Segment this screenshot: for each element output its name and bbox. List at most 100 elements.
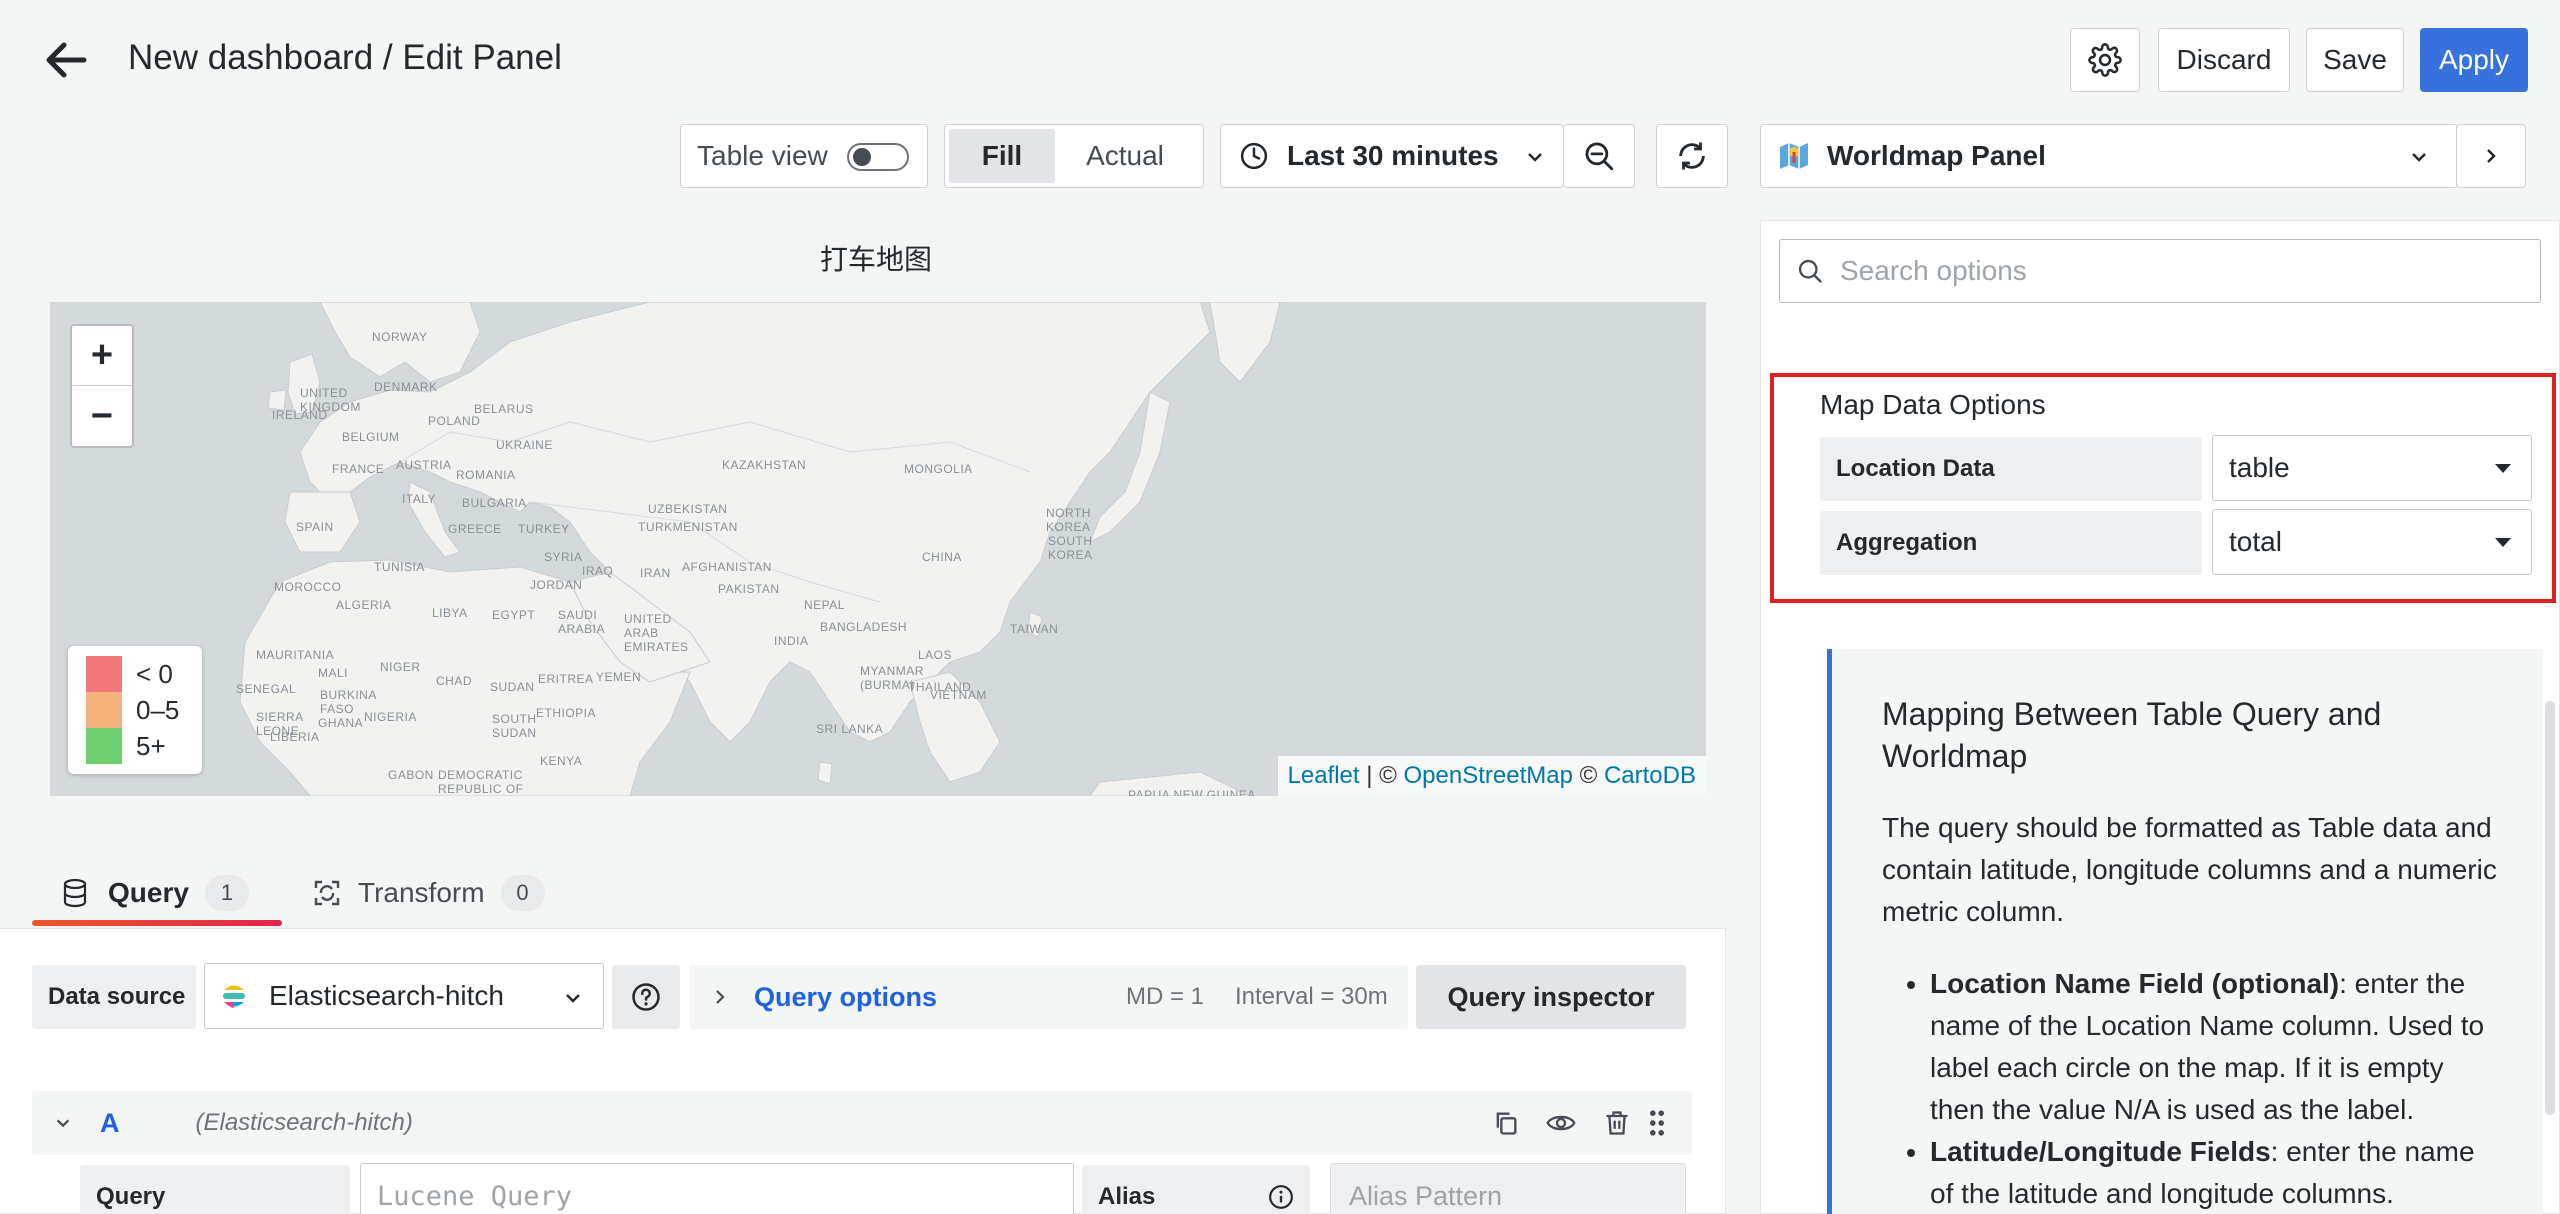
map-label: UKRAINE <box>496 438 553 452</box>
query-inspector-button[interactable]: Query inspector <box>1416 965 1686 1029</box>
page-title: New dashboard / Edit Panel <box>128 38 562 77</box>
search-options-placeholder: Search options <box>1840 255 2027 286</box>
query-interval: Interval = 30m <box>1235 983 1388 1010</box>
fill-option[interactable]: Fill <box>949 129 1055 183</box>
datasource-help-button[interactable] <box>612 965 680 1029</box>
aggregation-label: Aggregation <box>1820 511 2202 575</box>
chevron-down-icon[interactable] <box>54 1114 72 1132</box>
search-options-input[interactable]: Search options <box>1779 239 2541 303</box>
tab-transform[interactable]: Transform 0 <box>312 868 545 918</box>
query-row-header[interactable]: A (Elasticsearch-hitch) <box>32 1091 1692 1155</box>
zoom-out-icon <box>1582 139 1616 173</box>
apply-button[interactable]: Apply <box>2420 28 2528 92</box>
section-title: Map Data Options <box>1820 389 2046 420</box>
tab-transform-label: Transform <box>358 877 485 908</box>
leaflet-link[interactable]: Leaflet <box>1288 762 1360 790</box>
map-label: PAPUA NEW GUINEA <box>1128 788 1256 796</box>
map-label: BELGIUM <box>342 430 400 444</box>
map-label: MALI <box>318 666 349 680</box>
database-icon <box>62 878 88 908</box>
map-label: MAURITANIA <box>256 648 335 662</box>
toggle-options-pane-button[interactable] <box>2456 124 2526 188</box>
aggregation-select[interactable]: total <box>2212 509 2532 575</box>
cartodb-link[interactable]: CartoDB <box>1604 762 1696 790</box>
map-label: BELARUS <box>474 402 534 416</box>
caret-down-icon <box>2495 464 2511 473</box>
map-label: ETHIOPIA <box>536 706 597 720</box>
chevron-right-icon <box>2481 146 2501 166</box>
tab-query-label: Query <box>108 877 189 908</box>
map-label: BANGLADESH <box>820 620 908 634</box>
tab-query[interactable]: Query 1 <box>62 868 249 918</box>
help-bullet: Location Name Field (optional): enter th… <box>1930 963 2503 1131</box>
time-range-picker[interactable]: Last 30 minutes <box>1220 124 1564 188</box>
options-pane: Search options Map Data Options Location… <box>1760 220 2560 1214</box>
map-label: POLAND <box>428 414 481 428</box>
map-label: SUDAN <box>490 680 535 694</box>
osm-link[interactable]: OpenStreetMap <box>1404 762 1573 790</box>
lucene-query-input[interactable]: Lucene Query <box>360 1163 1074 1214</box>
map-label: TUNISIA <box>374 560 425 574</box>
map-label: LAOS <box>918 648 953 662</box>
tab-transform-count: 0 <box>500 875 545 911</box>
zoom-in-button[interactable]: + <box>72 326 132 386</box>
legend-swatch <box>86 728 122 764</box>
map-label: NORWAY <box>372 330 428 344</box>
alias-label: Alias <box>1082 1165 1310 1214</box>
datasource-label: Data source <box>32 965 196 1029</box>
back-arrow-icon[interactable] <box>40 36 92 84</box>
map-label: SENEGAL <box>236 682 297 696</box>
map-label: AUSTRIA <box>396 458 452 472</box>
transform-icon <box>312 878 342 908</box>
search-icon <box>1796 257 1824 285</box>
chevron-right-icon <box>712 988 728 1006</box>
eye-icon[interactable] <box>1546 1109 1576 1137</box>
table-view-label: Table view <box>697 140 828 171</box>
visualization-name: Worldmap Panel <box>1827 140 2046 171</box>
help-intro: The query should be formatted as Table d… <box>1882 812 2497 927</box>
map-label: IRAN <box>640 566 671 580</box>
map-label: SOUTH SUDAN <box>492 712 537 740</box>
caret-down-icon <box>2495 538 2511 547</box>
location-data-select[interactable]: table <box>2212 435 2532 501</box>
time-range-value: Last 30 minutes <box>1287 140 1499 171</box>
map-label: GHANA <box>318 716 364 730</box>
map-label: CHAD <box>436 674 473 688</box>
actual-option[interactable]: Actual <box>1055 129 1195 183</box>
legend-label: < 0 <box>136 658 173 689</box>
map-label: LIBYA <box>432 606 468 620</box>
zoom-out-time-button[interactable] <box>1563 124 1635 188</box>
query-options-bar[interactable]: Query options MD = 1 Interval = 30m <box>690 965 1408 1029</box>
visualization-picker[interactable]: Worldmap Panel <box>1760 124 2458 188</box>
datasource-select[interactable]: Elasticsearch-hitch <box>204 963 604 1029</box>
info-icon[interactable] <box>1268 1184 1294 1210</box>
trash-icon[interactable] <box>1604 1109 1630 1137</box>
zoom-out-button[interactable]: − <box>72 386 132 446</box>
map-label: DEMOCRATIC REPUBLIC OF THE CONGO <box>438 768 524 796</box>
map-label: MONGOLIA <box>904 462 973 476</box>
map-label: UZBEKISTAN <box>648 502 728 516</box>
settings-button[interactable] <box>2070 28 2140 92</box>
duplicate-icon[interactable] <box>1492 1109 1520 1137</box>
panel-title: 打车地图 <box>820 244 933 275</box>
drag-handle-icon[interactable] <box>1648 1109 1666 1137</box>
help-title: Mapping Between Table Query and Worldmap <box>1882 696 2382 774</box>
save-button[interactable]: Save <box>2306 28 2404 92</box>
table-view-toggle[interactable]: Table view <box>680 124 928 188</box>
map-label: NIGER <box>380 660 421 674</box>
map-label: ROMANIA <box>456 468 516 482</box>
discard-button[interactable]: Discard <box>2158 28 2290 92</box>
alias-pattern-input[interactable]: Alias Pattern <box>1330 1163 1686 1214</box>
toggle-switch[interactable] <box>847 143 909 171</box>
options-scrollbar[interactable] <box>2545 701 2555 1115</box>
map-label: ERITREA <box>538 672 594 686</box>
query-options-label[interactable]: Query options <box>754 982 937 1013</box>
map-label: AFGHANISTAN <box>682 560 772 574</box>
map-label: KAZAKHSTAN <box>722 458 807 472</box>
refresh-button[interactable] <box>1656 124 1728 188</box>
world-map[interactable]: NORWAY DENMARK UNITED KINGDOM IRELAND PO… <box>50 302 1706 796</box>
worldmap-icon <box>1777 139 1811 173</box>
map-label: PAKISTAN <box>718 582 780 596</box>
map-label: TURKMENISTAN <box>638 520 738 534</box>
map-label: IRELAND <box>272 408 328 422</box>
